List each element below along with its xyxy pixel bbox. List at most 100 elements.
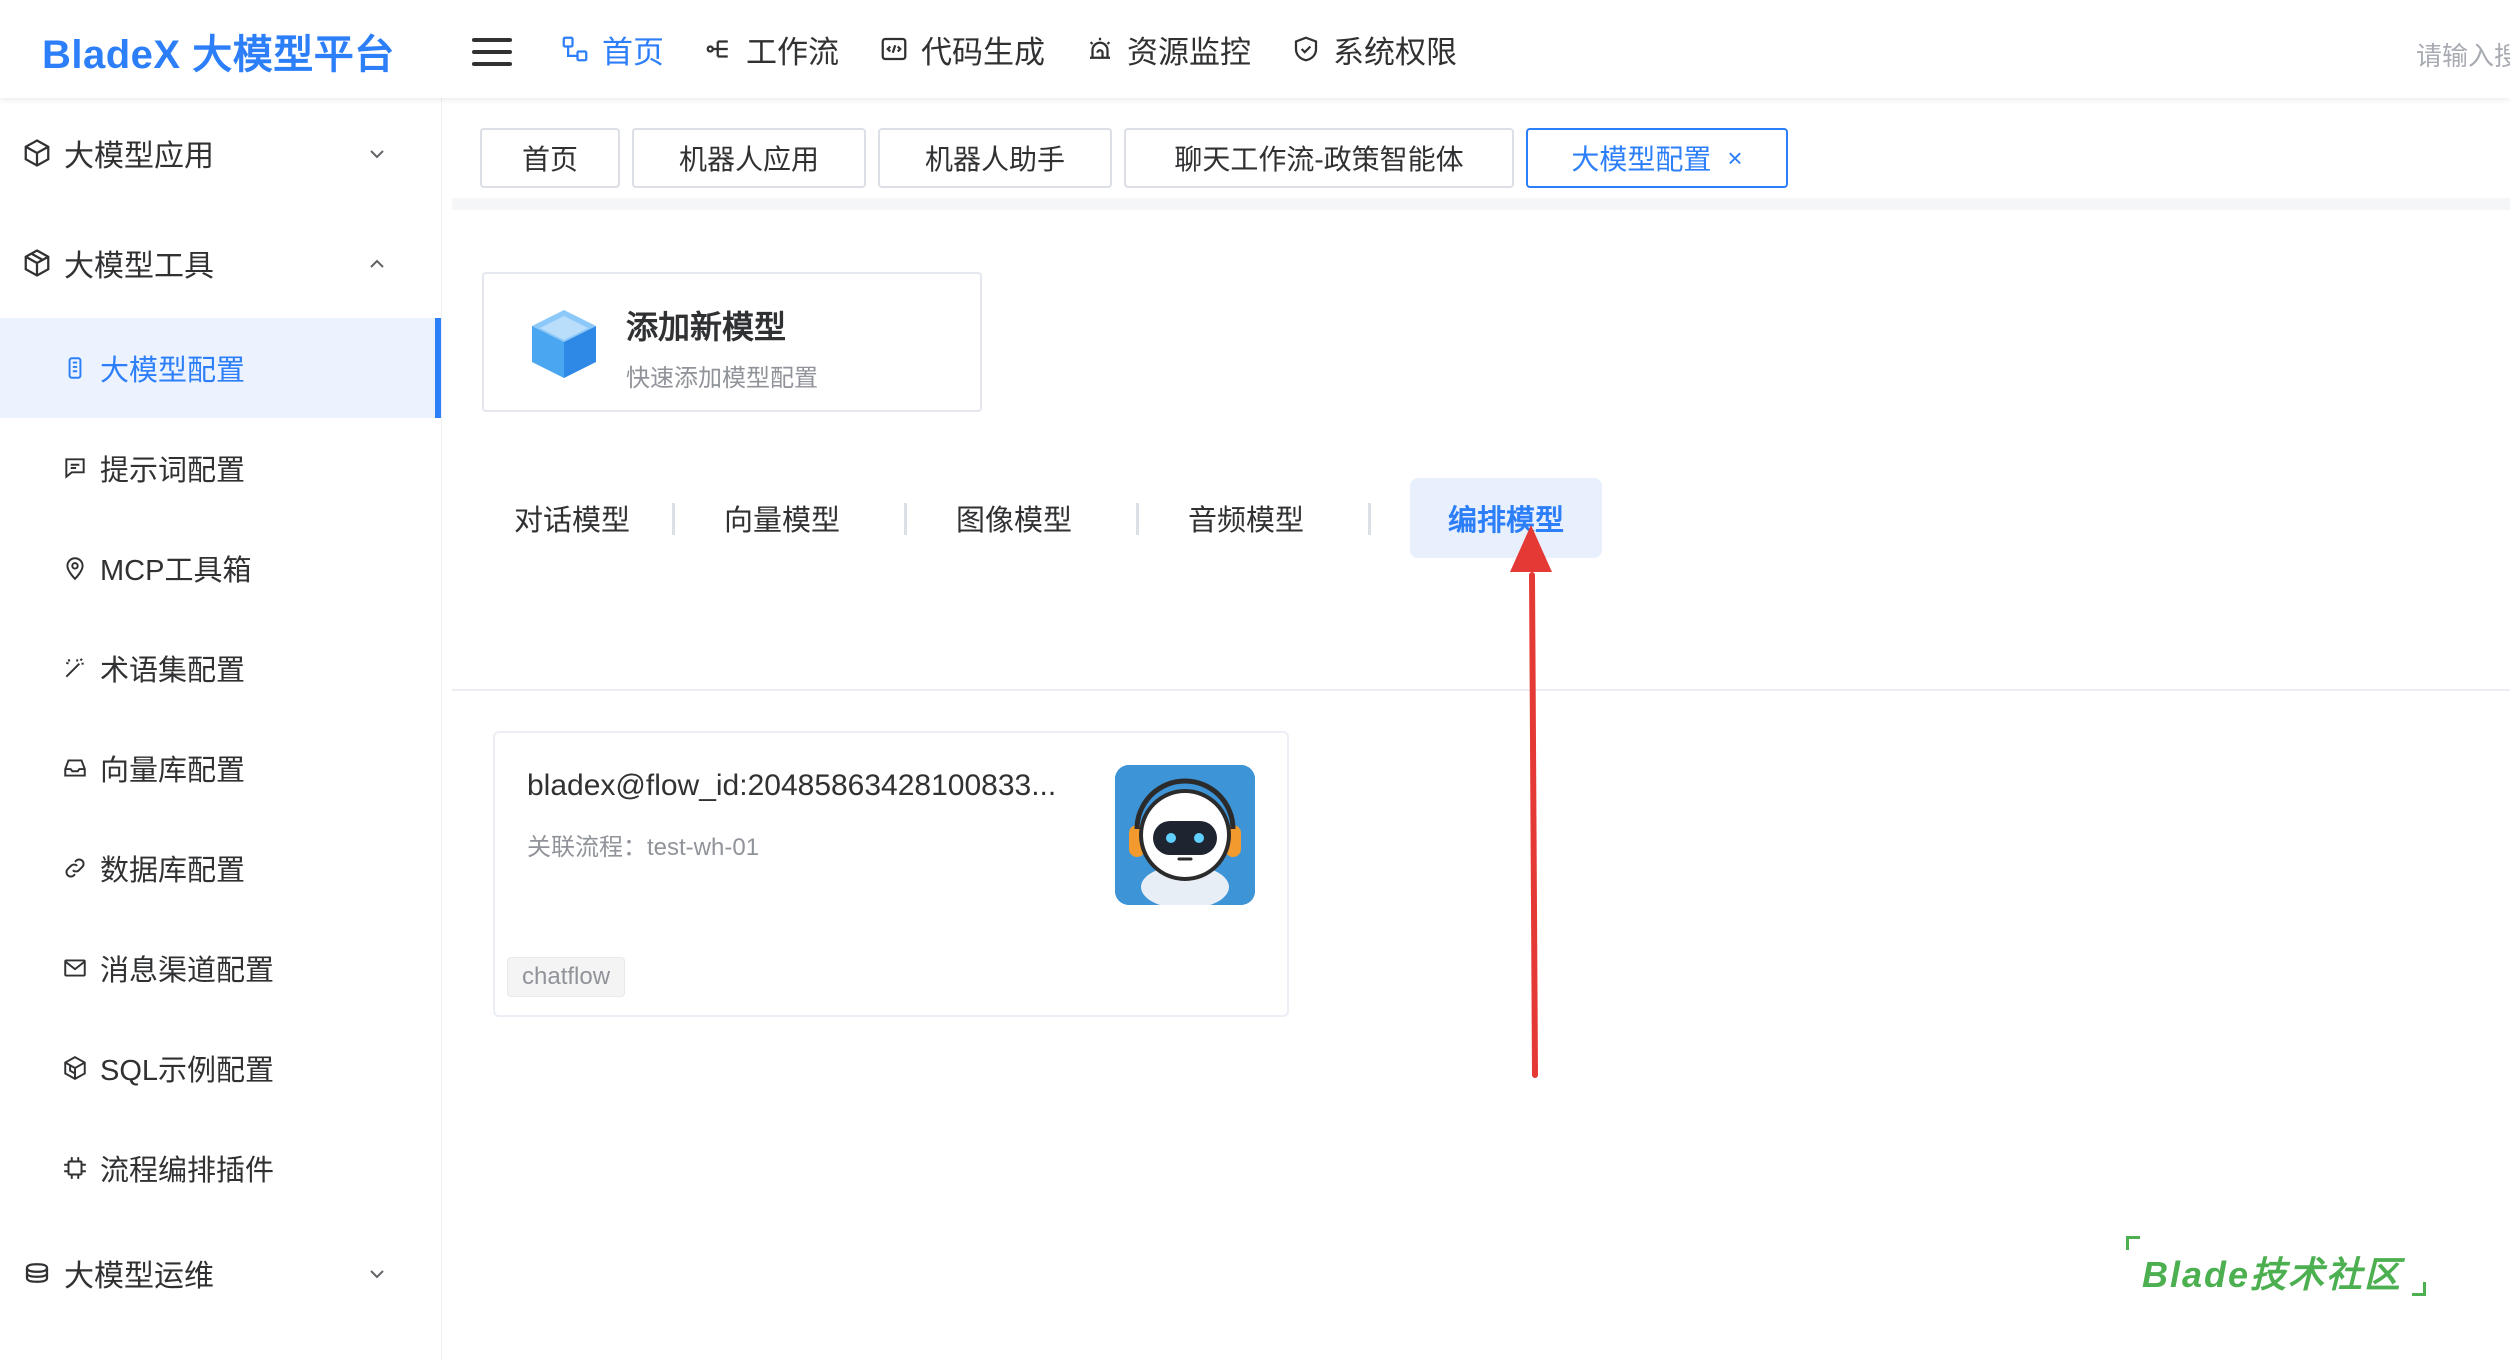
sidebar-group-label: 大模型运维 <box>64 1260 214 1293</box>
box-icon <box>24 249 50 277</box>
top-header: BladeX 大模型平台 首页 工作流 代码生成 资源监控 系统权限 请输入搜 <box>0 0 2510 98</box>
nav-label: 代码生成 <box>921 34 1045 70</box>
cube-icon <box>532 310 596 378</box>
workflow-icon <box>706 40 728 58</box>
model-type-label: 音频模型 <box>1187 505 1304 537</box>
sidebar-item-label: 数据库配置 <box>100 855 246 887</box>
chevron-up-icon <box>370 259 384 268</box>
sidebar-item-llm-config[interactable]: 大模型配置 <box>0 318 441 418</box>
sidebar-group-llm-app[interactable]: 大模型应用 <box>0 98 441 208</box>
nav-workflow[interactable]: 工作流 <box>704 27 839 72</box>
chip-icon <box>68 357 82 379</box>
sidebar-group-label: 大模型工具 <box>64 250 214 283</box>
tab-label: 首页 <box>521 144 578 175</box>
flow-chart-icon <box>562 36 588 62</box>
watermark: Blade技术社区 <box>2142 1254 2403 1295</box>
nav-code-gen[interactable]: 代码生成 <box>879 27 1045 72</box>
main-area: 首页 机器人应用 机器人助手 聊天工作流-政策智能体 大模型配置 × 添加新模型… <box>452 98 2510 1360</box>
sidebar-item-label: 消息渠道配置 <box>100 955 275 987</box>
tab-robot-assistant[interactable]: 机器人助手 <box>878 128 1112 188</box>
add-model-card[interactable]: 添加新模型 快速添加模型配置 <box>482 272 982 412</box>
sidebar: 大模型应用 大模型工具 大模型配置 提示词配置 MCP工具箱 术语集配置 向量库… <box>0 98 442 1360</box>
nav-label: 首页 <box>602 34 664 70</box>
sidebar-item-label: 术语集配置 <box>100 655 246 687</box>
shield-icon <box>1294 36 1318 62</box>
nav-label: 系统权限 <box>1333 34 1457 70</box>
cpu-icon <box>64 1157 86 1179</box>
code-icon <box>881 37 907 61</box>
nav-permission[interactable]: 系统权限 <box>1291 27 1457 72</box>
sidebar-item-sql-example-config[interactable]: SQL示例配置 <box>0 1018 441 1118</box>
model-type-label: 向量模型 <box>723 505 840 537</box>
tab-separator <box>672 503 675 535</box>
tabs-bar: 首页 机器人应用 机器人助手 聊天工作流-政策智能体 大模型配置 × <box>452 98 2510 198</box>
chevron-down-icon <box>370 1270 384 1279</box>
sidebar-item-label: 流程编排插件 <box>100 1155 275 1187</box>
chevron-down-icon <box>370 150 384 159</box>
tab-chat-workflow[interactable]: 聊天工作流-政策智能体 <box>1124 128 1514 188</box>
nav-monitor[interactable]: 资源监控 <box>1085 27 1251 72</box>
sidebar-item-prompt-config[interactable]: 提示词配置 <box>0 418 441 518</box>
model-type-label: 对话模型 <box>513 505 630 537</box>
layers-icon <box>25 1263 49 1283</box>
search-input[interactable]: 请输入搜 <box>2416 36 2510 73</box>
close-icon[interactable]: × <box>1727 143 1742 174</box>
sidebar-item-message-channel-config[interactable]: 消息渠道配置 <box>0 918 441 1018</box>
cube-icon <box>64 1056 86 1080</box>
tab-separator <box>1136 503 1139 535</box>
location-icon <box>66 557 84 581</box>
add-model-subtitle: 快速添加模型配置 <box>626 365 818 392</box>
tab-label: 机器人助手 <box>924 144 1065 175</box>
add-model-title: 添加新模型 <box>626 309 787 345</box>
model-card[interactable]: bladex@flow_id:20485863428100833... 关联流程… <box>493 731 1289 1017</box>
section-divider <box>452 689 2510 691</box>
sidebar-item-flow-plugin[interactable]: 流程编排插件 <box>0 1118 441 1218</box>
related-flow: 关联流程：test-wh-01 <box>527 834 760 861</box>
app-logo[interactable]: BladeX 大模型平台 <box>42 22 395 80</box>
sidebar-item-vector-db-config[interactable]: 向量库配置 <box>0 718 441 818</box>
sidebar-item-label: 提示词配置 <box>100 455 246 487</box>
message-icon <box>65 458 85 479</box>
inbox-icon <box>64 759 86 777</box>
sidebar-item-label: 向量库配置 <box>100 755 246 787</box>
sidebar-item-glossary-config[interactable]: 术语集配置 <box>0 618 441 718</box>
menu-toggle-icon[interactable] <box>472 38 512 66</box>
robot-avatar-icon <box>1115 765 1255 905</box>
sidebar-item-label: MCP工具箱 <box>100 555 252 587</box>
nav-home[interactable]: 首页 <box>560 27 664 72</box>
nav-label: 工作流 <box>746 34 839 70</box>
watermark-corner <box>2412 1282 2426 1296</box>
model-tag: chatflow <box>507 957 626 997</box>
tab-label: 机器人应用 <box>678 144 819 175</box>
model-name: bladex@flow_id:20485863428100833... <box>527 769 1057 802</box>
magic-wand-icon <box>65 658 84 678</box>
model-type-label: 图像模型 <box>955 505 1072 537</box>
sidebar-item-mcp-toolbox[interactable]: MCP工具箱 <box>0 518 441 618</box>
sidebar-item-database-config[interactable]: 数据库配置 <box>0 818 441 918</box>
tab-robot-app[interactable]: 机器人应用 <box>632 128 866 188</box>
tab-separator <box>1368 503 1371 535</box>
content-panel: 添加新模型 快速添加模型配置 对话模型 向量模型 图像模型 音频模型 编排模型 <box>452 210 2510 1360</box>
tab-label: 大模型配置 <box>1571 144 1712 175</box>
model-type-vector[interactable]: 向量模型 <box>682 478 882 558</box>
sidebar-item-label: 大模型配置 <box>100 355 246 387</box>
link-icon <box>65 858 85 878</box>
tab-llm-config[interactable]: 大模型配置 × <box>1526 128 1788 188</box>
cube-outline-icon <box>24 139 50 167</box>
watermark-corner <box>2126 1236 2140 1250</box>
top-nav: 首页 工作流 代码生成 资源监控 系统权限 <box>560 0 1457 98</box>
alarm-icon <box>1089 37 1111 59</box>
model-type-image[interactable]: 图像模型 <box>914 478 1114 558</box>
tab-home[interactable]: 首页 <box>480 128 620 188</box>
model-type-label: 编排模型 <box>1447 505 1564 537</box>
tab-label: 聊天工作流-政策智能体 <box>1174 144 1464 175</box>
sidebar-group-llm-ops[interactable]: 大模型运维 <box>0 1218 441 1328</box>
sidebar-group-label: 大模型应用 <box>64 140 214 173</box>
mail-icon <box>64 959 86 977</box>
model-type-orchestration[interactable]: 编排模型 <box>1410 478 1602 558</box>
model-type-audio[interactable]: 音频模型 <box>1146 478 1346 558</box>
tab-separator <box>904 503 907 535</box>
model-type-chat[interactable]: 对话模型 <box>482 478 662 558</box>
nav-label: 资源监控 <box>1127 34 1251 70</box>
sidebar-group-llm-tools[interactable]: 大模型工具 <box>0 208 441 318</box>
